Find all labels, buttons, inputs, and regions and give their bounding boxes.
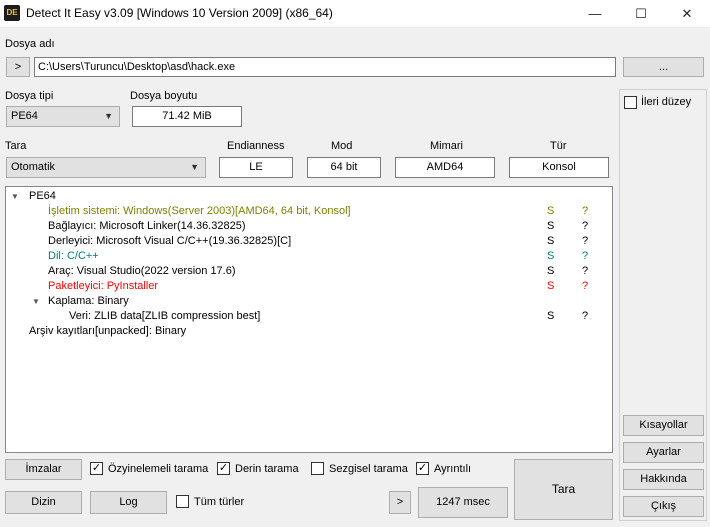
tree-root-label: PE64 [29, 190, 56, 202]
result-tree[interactable]: ▼ PE64 İşletim sistemi: Windows(Server 2… [5, 186, 613, 453]
tree-row-text: Araç: Visual Studio(2022 version 17.6) [48, 265, 236, 277]
tree-root[interactable]: ▼ PE64 [6, 189, 612, 204]
arch-value: AMD64 [395, 157, 495, 178]
expand-arrow-icon[interactable]: ▼ [32, 297, 40, 306]
tree-row-text: İşletim sistemi: Windows(Server 2003)[AM… [48, 205, 351, 217]
tree-row[interactable]: Derleyici: Microsoft Visual C/C++(19.36.… [6, 234, 612, 249]
tree-row-q[interactable]: ? [582, 265, 588, 277]
tree-row-text: Dil: C/C++ [48, 250, 99, 262]
tree-row[interactable]: Bağlayıcı: Microsoft Linker(14.36.32825)… [6, 219, 612, 234]
file-type-value: PE64 [11, 110, 38, 122]
tree-row[interactable]: Veri: ZLIB data[ZLIB compression best] S… [6, 309, 612, 324]
tree-row-text: Paketleyici: PyInstaller [48, 280, 159, 292]
tree-row-q[interactable]: ? [582, 310, 588, 322]
heuristic-label: Sezgisel tarama [329, 463, 408, 475]
scan-time-display: 1247 msec [418, 487, 508, 518]
tree-row-q[interactable]: ? [582, 250, 588, 262]
arch-label: Mimari [430, 140, 463, 152]
app-icon: DE [4, 5, 20, 21]
tree-row-s: S [547, 310, 555, 322]
endianness-value: LE [219, 157, 293, 178]
title-bar: DE Detect It Easy v3.09 [Windows 10 Vers… [0, 0, 710, 27]
advanced-label: İleri düzey [641, 96, 692, 108]
tree-overlay[interactable]: ▼ Kaplama: Binary [6, 294, 612, 309]
tree-row[interactable]: Dil: C/C++ S ? [6, 249, 612, 264]
advanced-checkbox[interactable] [624, 96, 637, 109]
tree-row-s: S [547, 250, 555, 262]
log-button[interactable]: Log [90, 491, 167, 514]
file-name-label: Dosya adı [5, 38, 55, 50]
tree-row[interactable]: Araç: Visual Studio(2022 version 17.6) S… [6, 264, 612, 279]
tree-row-text: Bağlayıcı: Microsoft Linker(14.36.32825) [48, 220, 246, 232]
file-size-value: 71.42 MiB [132, 106, 242, 127]
deep-scan-label: Derin tarama [235, 463, 299, 475]
file-type-label: Dosya tipi [5, 90, 54, 102]
tree-overlay-label: Kaplama: Binary [48, 295, 129, 307]
signatures-button[interactable]: İmzalar [5, 459, 82, 480]
chevron-down-icon: ▼ [104, 111, 113, 121]
all-types-checkbox[interactable] [176, 495, 189, 508]
tree-row-s: S [547, 205, 555, 217]
recursive-label: Özyinelemeli tarama [108, 463, 209, 475]
tree-row-s: S [547, 235, 555, 247]
tree-row-q[interactable]: ? [582, 280, 588, 292]
tree-row-q[interactable]: ? [582, 205, 588, 217]
verbose-checkbox[interactable]: ✓ [416, 462, 429, 475]
heuristic-checkbox[interactable] [311, 462, 324, 475]
file-size-label: Dosya boyutu [130, 90, 198, 102]
expand-arrow-icon[interactable]: ▼ [11, 192, 19, 201]
mode-value: 64 bit [307, 157, 381, 178]
endianness-label: Endianness [227, 140, 285, 152]
exit-button[interactable]: Çıkış [623, 496, 704, 517]
about-button[interactable]: Hakkında [623, 469, 704, 490]
minimize-button[interactable]: — [572, 0, 618, 27]
directory-button[interactable]: Dizin [5, 491, 82, 514]
tree-row[interactable]: İşletim sistemi: Windows(Server 2003)[AM… [6, 204, 612, 219]
scan-mode-select[interactable]: Otomatik ▼ [6, 157, 206, 178]
tree-row-s: S [547, 280, 555, 292]
all-types-label: Tüm türler [194, 496, 245, 508]
settings-button[interactable]: Ayarlar [623, 442, 704, 463]
tree-row[interactable]: Paketleyici: PyInstaller S ? [6, 279, 612, 294]
file-type-select[interactable]: PE64 ▼ [6, 106, 120, 127]
browse-button[interactable]: ... [623, 57, 704, 77]
maximize-button[interactable]: ☐ [618, 0, 664, 27]
tree-row-s: S [547, 220, 555, 232]
file-path-input[interactable]: C:\Users\Turuncu\Desktop\asd\hack.exe [34, 57, 616, 77]
chevron-down-icon: ▼ [190, 162, 199, 172]
tree-archive[interactable]: Arşiv kayıtları[unpacked]: Binary [6, 324, 612, 339]
tree-row-text: Veri: ZLIB data[ZLIB compression best] [69, 310, 261, 322]
type-value: Konsol [509, 157, 609, 178]
scan-label: Tara [5, 140, 27, 152]
shortcuts-button[interactable]: Kısayollar [623, 415, 704, 436]
scan-button[interactable]: Tara [514, 459, 613, 520]
recursive-checkbox[interactable]: ✓ [90, 462, 103, 475]
tree-row-q[interactable]: ? [582, 235, 588, 247]
open-file-button[interactable]: > [6, 57, 30, 77]
window-title: Detect It Easy v3.09 [Windows 10 Version… [26, 6, 333, 20]
deep-scan-checkbox[interactable]: ✓ [217, 462, 230, 475]
tree-row-s: S [547, 265, 555, 277]
tree-row-q[interactable]: ? [582, 220, 588, 232]
type-label: Tür [550, 140, 567, 152]
more-arrow-button[interactable]: > [389, 491, 411, 514]
close-button[interactable]: ✕ [664, 0, 710, 27]
verbose-label: Ayrıntılı [434, 463, 472, 475]
tree-archive-label: Arşiv kayıtları[unpacked]: Binary [29, 325, 187, 337]
scan-mode-value: Otomatik [11, 161, 56, 173]
tree-row-text: Derleyici: Microsoft Visual C/C++(19.36.… [48, 235, 292, 247]
mode-label: Mod [331, 140, 353, 152]
